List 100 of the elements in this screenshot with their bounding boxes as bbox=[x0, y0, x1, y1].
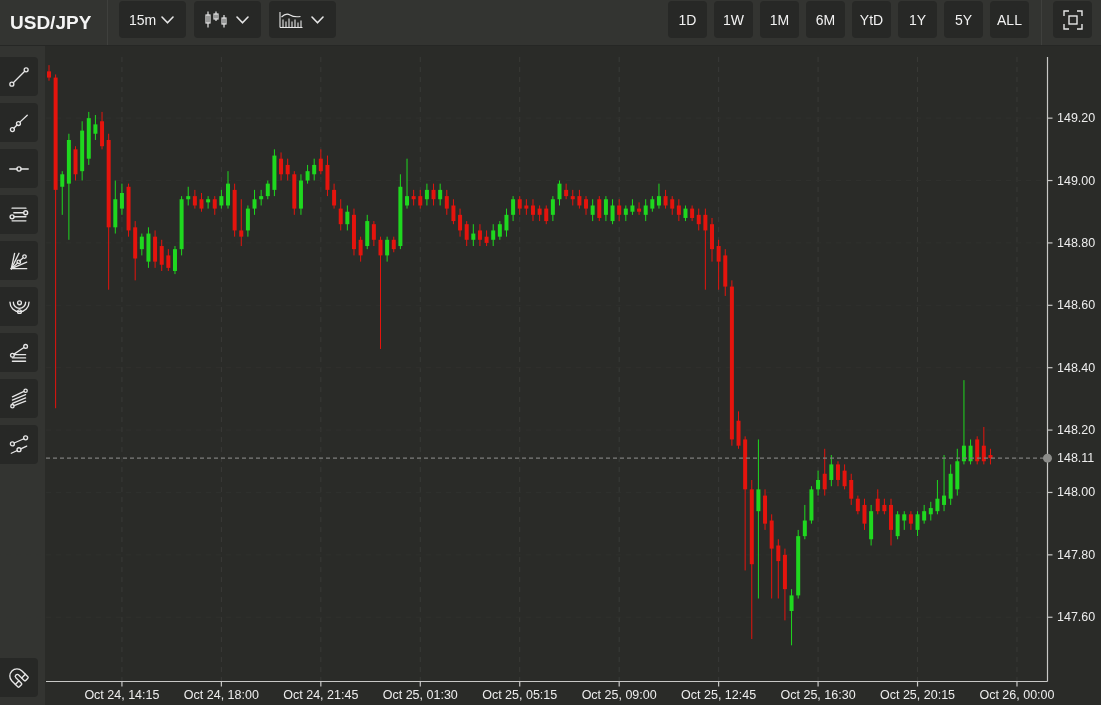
fullscreen-button[interactable] bbox=[1053, 1, 1092, 38]
magnet-icon bbox=[8, 666, 30, 689]
candlestick bbox=[703, 208, 708, 291]
parallel-lines-icon bbox=[8, 387, 30, 410]
candlestick bbox=[312, 158, 317, 182]
candlestick bbox=[776, 538, 781, 600]
candlestick bbox=[942, 454, 947, 512]
candlestick bbox=[822, 448, 827, 497]
candlestick bbox=[789, 588, 794, 646]
candlestick bbox=[477, 223, 482, 247]
price-label: 148.60 bbox=[1057, 298, 1096, 313]
tool-button[interactable] bbox=[0, 195, 38, 234]
candlestick bbox=[584, 195, 589, 216]
range-button[interactable]: 1M bbox=[760, 1, 799, 38]
tool-button[interactable] bbox=[0, 287, 38, 326]
horizontal-line-icon bbox=[9, 165, 29, 172]
time-label: Oct 25, 01:30 bbox=[382, 688, 458, 702]
tool-button[interactable] bbox=[0, 241, 38, 280]
range-button[interactable]: 1Y bbox=[898, 1, 937, 38]
time-label: Oct 24, 14:15 bbox=[84, 688, 160, 702]
candlestick bbox=[603, 195, 608, 222]
candlestick bbox=[637, 201, 642, 216]
candlestick bbox=[378, 236, 383, 350]
candlestick bbox=[332, 183, 337, 210]
candlestick bbox=[265, 180, 270, 200]
range-button[interactable]: ALL bbox=[990, 1, 1029, 38]
candlestick bbox=[418, 189, 423, 210]
candlestick bbox=[511, 195, 516, 222]
candlestick bbox=[471, 223, 476, 247]
price-label: 149.00 bbox=[1057, 173, 1096, 188]
candlestick bbox=[756, 438, 761, 600]
caret-icon bbox=[311, 15, 324, 24]
candlestick bbox=[139, 233, 144, 256]
range-button[interactable]: 6M bbox=[806, 1, 845, 38]
price-marker-icon bbox=[1043, 453, 1052, 463]
candlestick bbox=[928, 501, 933, 522]
candlestick bbox=[849, 473, 854, 506]
candlestick bbox=[431, 183, 436, 206]
interval-dropdown[interactable]: 15m bbox=[119, 1, 186, 38]
horizontal-lines-icon bbox=[9, 207, 29, 222]
candlestick bbox=[451, 198, 456, 225]
candlestick bbox=[530, 198, 535, 222]
time-label: Oct 25, 20:15 bbox=[880, 688, 956, 702]
candlestick bbox=[643, 198, 648, 222]
time-label: Oct 24, 18:00 bbox=[183, 688, 259, 702]
candlestick bbox=[358, 236, 363, 263]
time-label: Oct 25, 09:00 bbox=[581, 688, 657, 702]
trend-line-icon bbox=[8, 65, 30, 88]
candlestick bbox=[186, 186, 191, 206]
time-label: Oct 26, 00:00 bbox=[979, 688, 1055, 702]
tool-button[interactable] bbox=[0, 103, 38, 142]
indicators-dropdown[interactable] bbox=[269, 1, 336, 38]
tool-button[interactable] bbox=[0, 333, 38, 372]
candlestick bbox=[981, 426, 986, 465]
candlestick bbox=[902, 510, 907, 531]
tool-button[interactable] bbox=[0, 57, 38, 96]
candlestick bbox=[842, 463, 847, 490]
candlestick bbox=[597, 195, 602, 222]
last-price-label: 148.11 bbox=[1057, 451, 1095, 466]
candlestick bbox=[504, 208, 509, 238]
candlestick bbox=[816, 470, 821, 497]
candlestick bbox=[875, 488, 880, 515]
arcs-icon bbox=[8, 299, 30, 314]
bar-chart-icon bbox=[279, 11, 303, 28]
symbol-title: USD/JPY bbox=[10, 11, 92, 34]
tool-button[interactable] bbox=[0, 149, 38, 188]
price-label: 147.60 bbox=[1057, 610, 1096, 625]
range-button[interactable]: 5Y bbox=[944, 1, 983, 38]
candlestick bbox=[802, 504, 807, 540]
candlestick bbox=[564, 183, 569, 200]
candlestick bbox=[166, 248, 171, 272]
range-button[interactable]: 1W bbox=[714, 1, 753, 38]
candlestick bbox=[577, 189, 582, 210]
tool-button[interactable] bbox=[0, 425, 38, 464]
candlestick bbox=[610, 198, 615, 225]
candlestick bbox=[199, 192, 204, 213]
chart-type-dropdown[interactable] bbox=[194, 1, 261, 38]
candlestick bbox=[829, 454, 834, 487]
candlestick bbox=[371, 220, 376, 247]
tool-button[interactable] bbox=[0, 379, 38, 418]
candlestick bbox=[696, 208, 701, 231]
candlestick bbox=[119, 183, 124, 216]
range-button[interactable]: 1D bbox=[668, 1, 707, 38]
candlestick bbox=[922, 504, 927, 525]
candlestick bbox=[93, 114, 98, 141]
candlestick bbox=[219, 189, 224, 210]
caret-icon bbox=[236, 15, 249, 24]
caret-icon bbox=[161, 15, 174, 24]
price-label: 148.00 bbox=[1057, 485, 1096, 500]
range-button[interactable]: YtD bbox=[852, 1, 891, 38]
candlestick bbox=[670, 195, 675, 216]
candlestick bbox=[975, 435, 980, 465]
candlestick bbox=[444, 189, 449, 216]
candlestick bbox=[424, 183, 429, 206]
candlestick bbox=[212, 195, 217, 216]
price-label: 147.80 bbox=[1057, 547, 1096, 562]
tool-button[interactable] bbox=[0, 658, 38, 697]
candlestick bbox=[544, 204, 549, 225]
candlestick bbox=[458, 208, 463, 238]
price-label: 149.20 bbox=[1057, 111, 1096, 126]
